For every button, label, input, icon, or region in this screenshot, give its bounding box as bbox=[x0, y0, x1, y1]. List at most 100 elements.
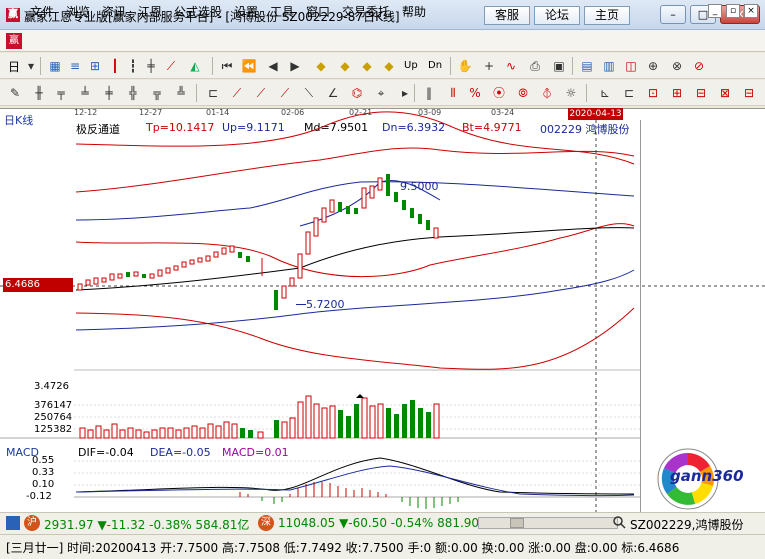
table-icon[interactable]: ⊞ bbox=[86, 57, 104, 75]
tool3-icon[interactable]: ⊘ bbox=[690, 57, 708, 75]
erase-icon[interactable]: ‖ bbox=[420, 84, 438, 102]
frame4-icon[interactable]: ⊟ bbox=[740, 84, 758, 102]
circle-icon[interactable]: ╬ bbox=[124, 84, 142, 102]
lock-icon[interactable]: ▸ bbox=[396, 84, 414, 102]
menu-gann[interactable]: 江恩 bbox=[138, 3, 162, 20]
dif-value: DIF=-0.04 bbox=[78, 446, 134, 459]
angle-icon[interactable]: ∠ bbox=[324, 84, 342, 102]
diamond-left-icon[interactable]: ◆ bbox=[358, 57, 376, 75]
sz-index-text[interactable]: 11048.05 ▼-60.50 -0.54% 881.90 bbox=[278, 516, 479, 530]
percent-icon[interactable]: ⌖ bbox=[372, 84, 390, 102]
menu-tools[interactable]: 工具 bbox=[270, 3, 294, 20]
scroll-thumb[interactable] bbox=[510, 518, 524, 528]
rank-icon[interactable]: ≡ bbox=[66, 57, 84, 75]
volume-axis-label: 376147 bbox=[34, 400, 73, 411]
diamond-right-icon[interactable]: ◆ bbox=[380, 57, 398, 75]
triangle-icon[interactable]: ╧ bbox=[76, 84, 94, 102]
window-icon[interactable]: ◫ bbox=[622, 57, 640, 75]
candle bbox=[229, 245, 235, 253]
menu-news[interactable]: 资讯 bbox=[102, 3, 126, 20]
select-icon[interactable]: ▥ bbox=[600, 57, 618, 75]
mdi-restore-button[interactable]: ▫ bbox=[726, 4, 740, 18]
text-icon[interactable]: ⦀ bbox=[444, 84, 462, 102]
dn-label[interactable]: Dn bbox=[428, 60, 442, 71]
frame2-icon[interactable]: ⊟ bbox=[692, 84, 710, 102]
bar-icon[interactable]: ┇ bbox=[124, 57, 142, 75]
keyboard-icon[interactable] bbox=[6, 516, 20, 530]
parallel-icon[interactable]: ╤ bbox=[52, 84, 70, 102]
menu-formula[interactable]: 公式选股 bbox=[174, 3, 222, 20]
candle bbox=[221, 247, 227, 255]
period-dropdown-icon[interactable]: ▾ bbox=[22, 57, 40, 75]
customer-service-button[interactable]: 客服 bbox=[484, 6, 530, 25]
fan-icon[interactable]: ⟍ bbox=[300, 84, 318, 102]
menu-help[interactable]: 帮助 bbox=[402, 3, 426, 20]
pencil-icon[interactable]: ✎ bbox=[6, 84, 24, 102]
menu-settings[interactable]: 设置 bbox=[234, 3, 258, 20]
tick-icon[interactable]: ╪ bbox=[142, 57, 160, 75]
cross-icon[interactable]: + bbox=[480, 57, 498, 75]
save-icon[interactable]: ▣ bbox=[550, 57, 568, 75]
fib-icon[interactable]: ╪ bbox=[100, 84, 118, 102]
prev-icon[interactable]: ◀ bbox=[264, 57, 282, 75]
sh-index-text[interactable]: 2931.97 ▼-11.32 -0.38% 584.81亿 bbox=[44, 516, 249, 533]
wave-icon[interactable]: ∿ bbox=[502, 57, 520, 75]
next-icon[interactable]: ▶ bbox=[286, 57, 304, 75]
hex-icon[interactable]: ⌬ bbox=[348, 84, 366, 102]
zoom-icon[interactable]: ◭ bbox=[186, 57, 204, 75]
first-icon[interactable]: ⏮ bbox=[218, 57, 236, 75]
minimize-button[interactable]: – bbox=[660, 5, 686, 24]
forum-button[interactable]: 论坛 bbox=[534, 6, 580, 25]
home-icon[interactable]: ⦾ bbox=[514, 84, 532, 102]
frame-icon[interactable]: ⊞ bbox=[668, 84, 686, 102]
diamond-down-icon[interactable]: ◆ bbox=[336, 57, 354, 75]
bracket-icon[interactable]: ⊏ bbox=[620, 84, 638, 102]
angle-tool-icon[interactable]: ⊾ bbox=[596, 84, 614, 102]
speed-icon[interactable]: ⟋ bbox=[252, 84, 270, 102]
tool1-icon[interactable]: ⊕ bbox=[644, 57, 662, 75]
sun-icon[interactable]: ☼ bbox=[562, 84, 580, 102]
menu-trade[interactable]: 交易委托 bbox=[342, 3, 390, 20]
arc-icon[interactable]: ╦ bbox=[148, 84, 166, 102]
candlestick-icon[interactable]: ┃ bbox=[106, 57, 124, 75]
inner-lower-line bbox=[75, 269, 635, 331]
arrow-icon[interactable]: ⦽ bbox=[538, 84, 556, 102]
box-tool-icon[interactable]: ⊡ bbox=[644, 84, 662, 102]
sh-index-icon[interactable]: 沪 bbox=[24, 515, 40, 531]
volume-bar bbox=[207, 423, 214, 439]
menu-file[interactable]: 文件 bbox=[30, 3, 54, 20]
search-icon[interactable] bbox=[612, 515, 626, 529]
calendar-icon[interactable]: ▤ bbox=[578, 57, 596, 75]
sz-index-icon[interactable]: 深 bbox=[258, 515, 274, 531]
volume-bar bbox=[191, 425, 198, 439]
macd-value: MACD=0.01 bbox=[222, 446, 289, 459]
time-cycle-icon[interactable]: ⊏ bbox=[204, 84, 222, 102]
homepage-button[interactable]: 主页 bbox=[584, 6, 630, 25]
line-icon[interactable]: ╫ bbox=[30, 84, 48, 102]
volume-bar bbox=[167, 427, 174, 439]
horizontal-scrollbar[interactable] bbox=[478, 517, 618, 529]
print-icon[interactable]: ⎙ bbox=[526, 57, 544, 75]
volume-bar bbox=[103, 429, 110, 439]
layout-icon[interactable]: ⦿ bbox=[490, 84, 508, 102]
mdi-close-button[interactable]: × bbox=[744, 4, 758, 18]
tool2-icon[interactable]: ⊗ bbox=[668, 57, 686, 75]
hand-icon[interactable]: ✋ bbox=[456, 57, 474, 75]
menu-browse[interactable]: 浏览 bbox=[66, 3, 90, 20]
grid-icon[interactable]: ▦ bbox=[46, 57, 64, 75]
period-select[interactable]: 日 bbox=[8, 58, 20, 75]
candle bbox=[189, 259, 195, 265]
gann-square-icon[interactable]: ╩ bbox=[172, 84, 190, 102]
box-icon[interactable]: ⟋ bbox=[228, 84, 246, 102]
copy-icon[interactable]: % bbox=[466, 84, 484, 102]
diamond-up-icon[interactable]: ◆ bbox=[312, 57, 330, 75]
frame3-icon[interactable]: ⊠ bbox=[716, 84, 734, 102]
volume-axis-label: 125382 bbox=[34, 424, 73, 435]
candle bbox=[181, 261, 187, 268]
gann-fan-icon[interactable]: ⟋ bbox=[162, 57, 180, 75]
mdi-minimize-button[interactable]: _ bbox=[708, 4, 722, 18]
prev-page-icon[interactable]: ⏪ bbox=[240, 57, 258, 75]
channel-icon[interactable]: ⟋ bbox=[276, 84, 294, 102]
menu-window[interactable]: 窗口 bbox=[306, 3, 330, 20]
up-label[interactable]: Up bbox=[404, 60, 418, 71]
